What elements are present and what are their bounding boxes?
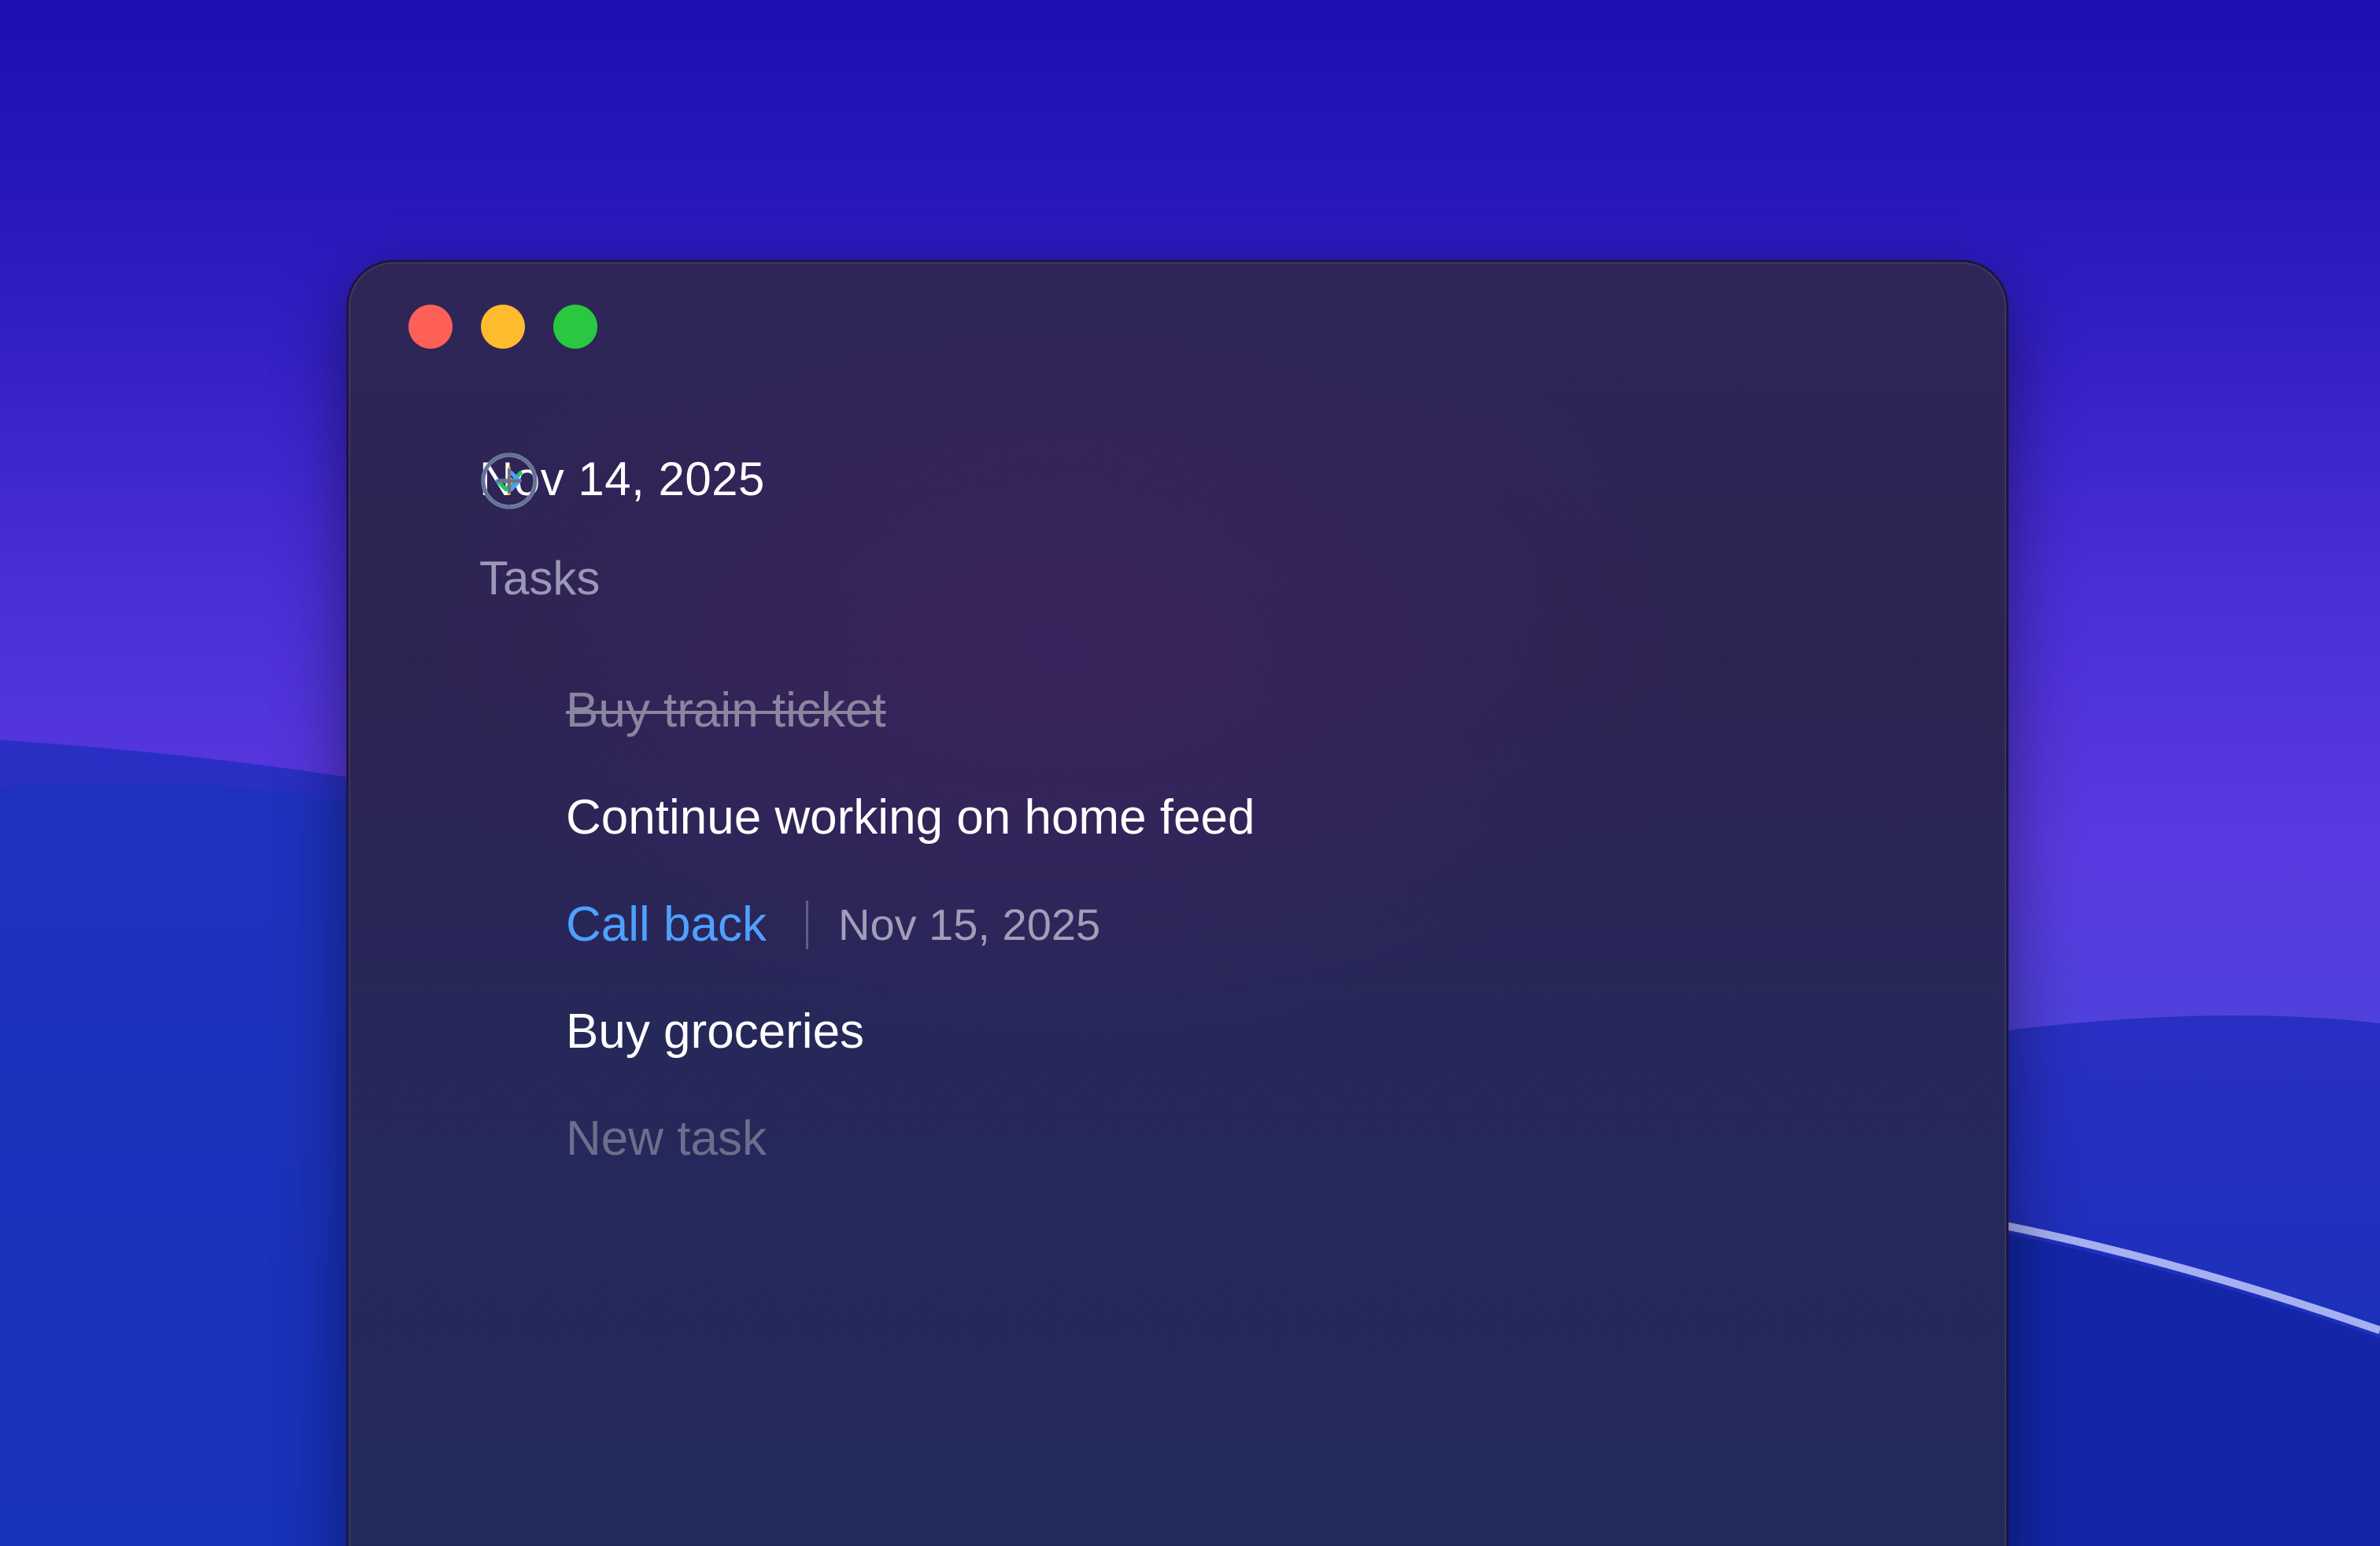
tasks-app-window: Nov 14, 2025 Tasks Buy train ticket Cont… — [346, 260, 2009, 1546]
task-item[interactable]: Buy groceries — [479, 453, 1255, 1086]
section-label: Tasks — [479, 552, 601, 605]
close-window-button[interactable] — [408, 305, 453, 349]
task-label[interactable]: Buy train ticket — [566, 681, 886, 741]
task-list: Buy train ticket Continue working on hom… — [479, 453, 1255, 1193]
arrow-right-circle-icon[interactable] — [479, 453, 539, 955]
dashed-circle-icon[interactable] — [479, 453, 539, 1062]
task-label[interactable]: Continue working on home feed — [566, 788, 1255, 848]
desktop-wallpaper: Nov 14, 2025 Tasks Buy train ticket Cont… — [0, 0, 2380, 1546]
check-circle-icon[interactable] — [479, 453, 539, 741]
task-item[interactable]: Call back Nov 15, 2025 — [479, 453, 1255, 978]
page-title: Nov 14, 2025 — [479, 453, 765, 505]
task-label[interactable]: Call back — [566, 895, 767, 955]
minimize-window-button[interactable] — [481, 305, 525, 349]
main-content: Nov 14, 2025 Tasks Buy train ticket Cont… — [479, 451, 1255, 1193]
divider — [806, 901, 808, 949]
new-task-item[interactable]: New task — [479, 453, 1255, 1193]
task-label[interactable]: Buy groceries — [566, 1002, 864, 1062]
task-item[interactable]: Buy train ticket — [479, 453, 1255, 764]
task-item[interactable]: Continue working on home feed — [479, 453, 1255, 871]
plus-circle-icon[interactable] — [479, 453, 539, 1169]
zoom-window-button[interactable] — [553, 305, 597, 349]
in-progress-icon[interactable] — [479, 453, 539, 848]
new-task-input[interactable]: New task — [566, 1109, 767, 1169]
window-controls — [408, 305, 597, 349]
due-date[interactable]: Nov 15, 2025 — [838, 897, 1100, 953]
